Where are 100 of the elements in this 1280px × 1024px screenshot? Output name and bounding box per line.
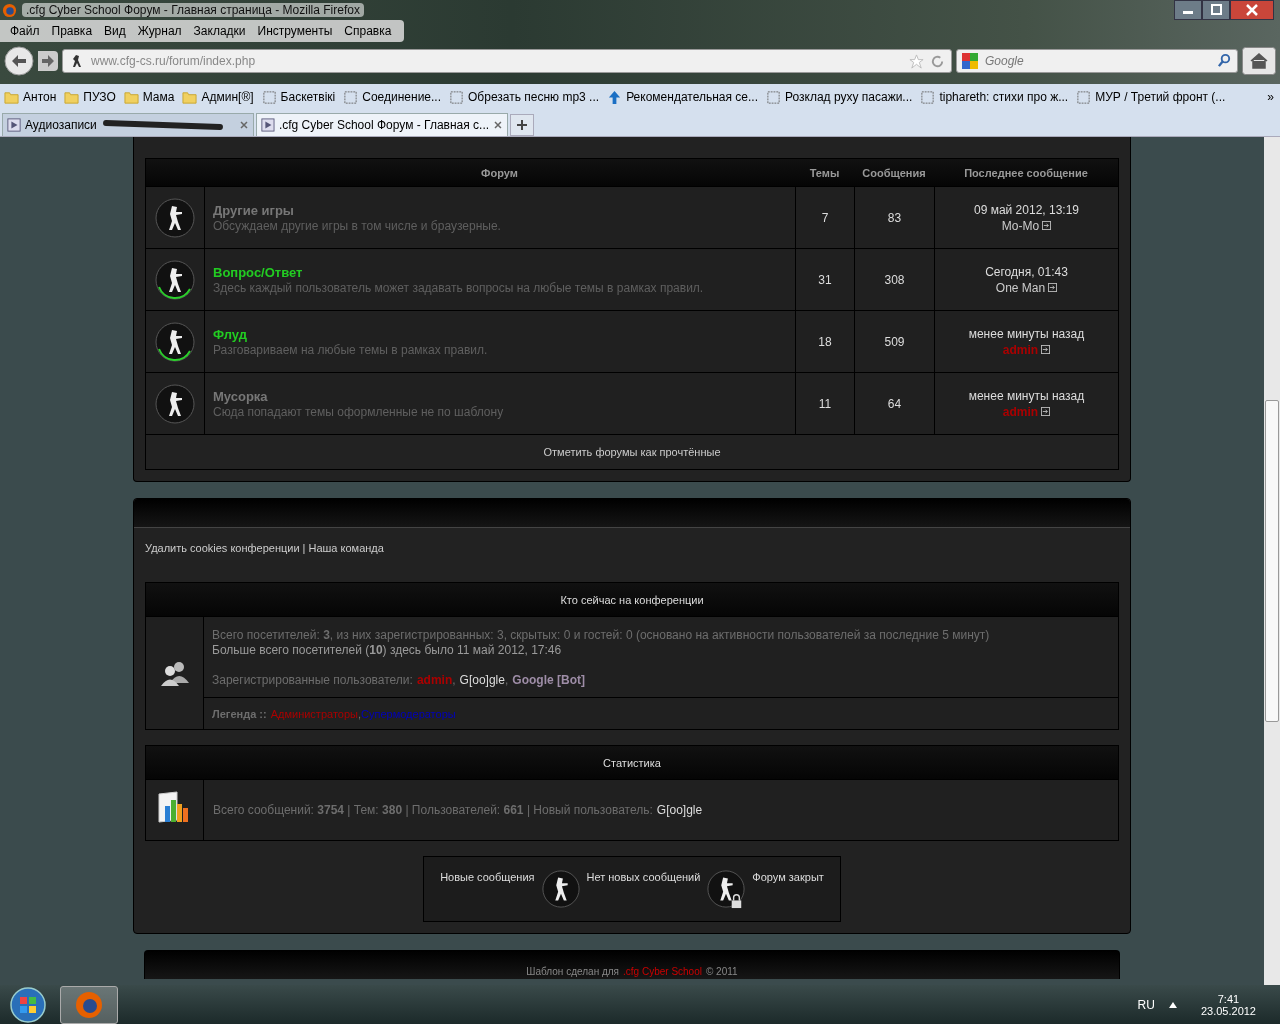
topics-count: 7 (821, 210, 829, 225)
author-link[interactable]: One Man (995, 280, 1046, 295)
column-header: Сообщения (861, 166, 927, 179)
browser-tab[interactable]: .cfg Cyber School Форум - Главная с... (256, 113, 508, 136)
go-to-post-icon[interactable] (1041, 407, 1051, 416)
folder-icon (64, 89, 80, 105)
posts-count: 83 (887, 210, 902, 225)
forum-title[interactable]: Вопрос/Ответ (213, 264, 303, 280)
bookmark-item[interactable]: Розклад руху пасажи... (766, 89, 913, 105)
page-icon (920, 89, 936, 105)
bookmark-item[interactable]: tiphareth: стихи про ж... (920, 89, 1069, 105)
clock-time[interactable]: 7:41 (1217, 992, 1240, 1005)
column-header: Последнее сообщение (963, 166, 1089, 179)
menu-item[interactable]: Вид (98, 24, 132, 38)
bookmark-item[interactable]: Обрезать песню mp3 ... (449, 89, 600, 105)
forum-title[interactable]: Другие игры (213, 202, 294, 218)
folder-icon (4, 89, 19, 105)
folder-icon (123, 89, 139, 105)
back-icon[interactable] (4, 46, 34, 76)
close-icon[interactable] (1230, 0, 1274, 20)
forum-description: Сюда попадают темы оформленные не по шаблону (213, 404, 504, 419)
google-logo-icon (962, 53, 978, 69)
online-summary: Всего посетителей: 3, из них зарегистрированных: 3, скрытых: 0 и гостей: 0 (основано на активности пользователей за последние 5 минут) (212, 628, 991, 642)
menu-item[interactable]: Файл (4, 24, 46, 38)
page-icon (7, 118, 21, 132)
users-icon (158, 659, 191, 687)
copyright-text: © 2011 (705, 966, 738, 977)
page-icon (343, 89, 359, 105)
bookmark-item[interactable]: МУР / Третий фронт (... (1076, 89, 1226, 105)
bookmark-item[interactable]: Рекомендательная се... (607, 89, 758, 105)
block-header: Кто сейчас на конференции (146, 583, 1118, 617)
start-button-icon[interactable] (8, 984, 48, 1024)
topics-count: 18 (818, 334, 832, 349)
page-icon (261, 118, 275, 132)
soldier-icon (706, 869, 747, 909)
star-icon[interactable] (909, 53, 924, 69)
legend-label: Новые сообщения (440, 871, 535, 883)
posts-count: 509 (884, 334, 905, 349)
bookmark-item[interactable]: Антон (4, 89, 57, 105)
separator: , (452, 673, 456, 687)
posts-count: 308 (884, 272, 905, 287)
language-indicator[interactable]: RU (1137, 997, 1155, 1012)
topics-count: 11 (818, 396, 832, 411)
go-to-post-icon[interactable] (1048, 283, 1058, 292)
window-title: .cfg Cyber School Форум - Главная страница - Mozilla Firefox (22, 3, 364, 17)
bookmark-item[interactable]: Баскетвікі (261, 89, 336, 105)
bookmark-item[interactable]: ПУЗО (64, 89, 116, 105)
go-to-post-icon[interactable] (1042, 221, 1052, 230)
legend-label: Легенда :: (212, 708, 267, 720)
legend-label: Нет новых сообщений (586, 871, 701, 883)
forum-description: Разговариваем на любые темы в рамках правил. (213, 342, 488, 357)
separator: , (504, 673, 509, 687)
forum-description: Обсуждаем другие игры в том числе и браузерные. (213, 218, 501, 233)
last-post-time: 09 май 2012, 13:19 (973, 202, 1079, 217)
go-to-post-icon[interactable] (1041, 345, 1051, 354)
last-post-time: менее минуты назад (968, 326, 1085, 341)
statistics-text: Всего сообщений: 3754 | Тем: 380 | Пользователей: 661 | Новый пользователь: (213, 803, 653, 817)
home-icon[interactable] (1242, 47, 1276, 75)
page-icon (1076, 89, 1092, 105)
legend-label: Форум закрыт (752, 871, 824, 883)
tab-title: .cfg Cyber School Форум - Главная с... (278, 118, 490, 132)
firefox-logo-icon (74, 989, 104, 1020)
last-post-time: менее минуты назад (968, 388, 1085, 403)
bookmark-item[interactable]: Мама (123, 89, 175, 105)
author-link[interactable]: Mo-Mo (1001, 218, 1040, 233)
taskbar-button[interactable] (60, 985, 118, 1024)
menu-item[interactable]: Закладки (187, 24, 252, 38)
more-bookmarks-button[interactable]: » (1267, 90, 1274, 104)
posts-count: 64 (887, 396, 902, 411)
user-link[interactable]: G[oo]gle (656, 803, 703, 817)
menu-item[interactable]: Справка (338, 24, 398, 38)
forum-title[interactable]: Флуд (213, 326, 248, 342)
search-icon[interactable] (1217, 53, 1232, 68)
up-arrow-icon[interactable] (1168, 1001, 1177, 1008)
forum-description: Здесь каждый пользователь может задавать вопросы на любые темы в рамках правил. (213, 280, 704, 295)
copyright-text: Шаблон сделан для (526, 966, 620, 977)
menu-item[interactable]: Инструменты (251, 24, 339, 38)
maximize-icon[interactable] (1202, 0, 1230, 20)
new-tab-icon[interactable] (510, 114, 534, 136)
last-post-time: Сегодня, 01:43 (985, 264, 1068, 279)
team-link[interactable]: Наша команда (308, 542, 384, 554)
mark-read-link[interactable]: Отметить форумы как прочтённые (543, 446, 721, 458)
bookmark-item[interactable]: Админ[®] (182, 89, 254, 105)
delete-cookies-link[interactable]: Удалить cookies конференции (145, 542, 300, 554)
forward-icon[interactable] (38, 51, 58, 71)
separator: , (357, 708, 361, 720)
menu-item[interactable]: Правка (45, 24, 99, 38)
user-link[interactable]: Google [Bot] (512, 673, 585, 687)
user-link[interactable]: G[oo]gle (459, 673, 505, 687)
separator: | (302, 542, 306, 554)
minimize-icon[interactable] (1174, 0, 1202, 20)
folder-icon (182, 89, 198, 105)
bookmark-item[interactable]: Соединение... (343, 89, 441, 105)
clock-date[interactable]: 23.05.2012 (1200, 1004, 1256, 1017)
search-field[interactable]: Google (956, 49, 1238, 73)
menu-item[interactable]: Журнал (131, 24, 188, 38)
forum-title[interactable]: Мусорка (213, 388, 268, 404)
column-header: Темы (808, 166, 841, 179)
scrollbar[interactable] (1264, 137, 1280, 985)
browser-tab[interactable]: Аудиозаписи (2, 113, 254, 136)
